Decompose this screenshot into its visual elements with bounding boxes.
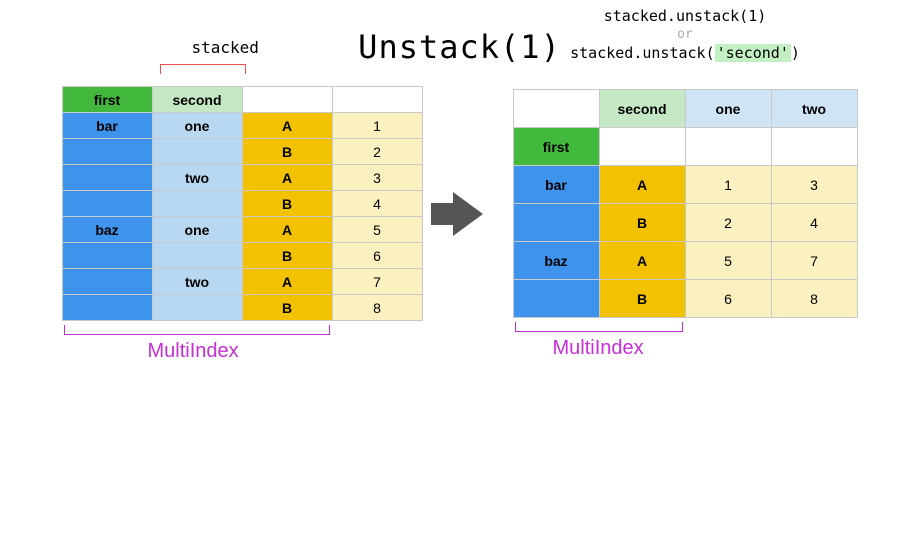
- idx-second: two: [152, 165, 242, 191]
- idx-first: [62, 295, 152, 321]
- table-header-row: second one two: [513, 90, 857, 128]
- blank-header: [332, 87, 422, 113]
- output-table-block: stacked.unstack(1) or stacked.unstack('s…: [513, 89, 858, 318]
- idx-col: A: [242, 217, 332, 243]
- idx-second: [152, 139, 242, 165]
- idx-col: B: [242, 243, 332, 269]
- multiindex-bracket: [515, 322, 683, 332]
- input-table-block: stacked first second bar one A 1 B 2: [62, 86, 423, 321]
- input-table: first second bar one A 1 B 2 two A: [62, 86, 423, 321]
- idx-first: [62, 139, 152, 165]
- table-header-row: first second: [62, 87, 422, 113]
- blank-header: [685, 128, 771, 166]
- first-header: first: [62, 87, 152, 113]
- idx-col: A: [599, 242, 685, 280]
- cell-value: 5: [685, 242, 771, 280]
- cell-value: 4: [771, 204, 857, 242]
- idx-second: one: [152, 217, 242, 243]
- col-one-header: one: [685, 90, 771, 128]
- table-row: B 2 4: [513, 204, 857, 242]
- cell-value: 5: [332, 217, 422, 243]
- code-line-1: stacked.unstack(1): [513, 7, 858, 25]
- code-line-2-post: ): [791, 44, 800, 62]
- code-line-2-arg: 'second': [715, 44, 791, 62]
- idx-col: B: [242, 139, 332, 165]
- cell-value: 2: [332, 139, 422, 165]
- idx-col: A: [599, 166, 685, 204]
- idx-col: A: [242, 269, 332, 295]
- multiindex-label: MultiIndex: [553, 337, 644, 360]
- arrow-icon: [453, 192, 483, 236]
- idx-second: [152, 191, 242, 217]
- stacked-label: stacked: [192, 38, 259, 57]
- idx-first: bar: [513, 166, 599, 204]
- idx-col: B: [599, 280, 685, 318]
- cell-value: 6: [685, 280, 771, 318]
- idx-second: [152, 295, 242, 321]
- table-row: B 6 8: [513, 280, 857, 318]
- cell-value: 6: [332, 243, 422, 269]
- cell-value: 2: [685, 204, 771, 242]
- table-row: B 2: [62, 139, 422, 165]
- table-row: B 4: [62, 191, 422, 217]
- idx-first: [62, 191, 152, 217]
- idx-col: B: [242, 191, 332, 217]
- table-row: bar A 1 3: [513, 166, 857, 204]
- idx-first: [62, 165, 152, 191]
- table-row: two A 3: [62, 165, 422, 191]
- idx-second: one: [152, 113, 242, 139]
- code-expression: stacked.unstack(1) or stacked.unstack('s…: [513, 7, 858, 62]
- idx-first: [513, 204, 599, 242]
- multiindex-label: MultiIndex: [148, 340, 239, 363]
- blank-header: [513, 90, 599, 128]
- second-header: second: [599, 90, 685, 128]
- multiindex-bracket: [64, 325, 330, 335]
- blank-header: [242, 87, 332, 113]
- stacked-bracket: [160, 64, 246, 74]
- output-table: second one two first bar A 1 3 B 2 4: [513, 89, 858, 318]
- cell-value: 8: [771, 280, 857, 318]
- first-header: first: [513, 128, 599, 166]
- idx-first: baz: [513, 242, 599, 280]
- idx-col: A: [242, 113, 332, 139]
- idx-first: [513, 280, 599, 318]
- idx-second: two: [152, 269, 242, 295]
- idx-second: [152, 243, 242, 269]
- idx-first: baz: [62, 217, 152, 243]
- cell-value: 3: [332, 165, 422, 191]
- idx-col: A: [242, 165, 332, 191]
- cell-value: 7: [771, 242, 857, 280]
- blank-header: [599, 128, 685, 166]
- idx-first: [62, 269, 152, 295]
- second-header: second: [152, 87, 242, 113]
- col-two-header: two: [771, 90, 857, 128]
- diagram-container: stacked first second bar one A 1 B 2: [0, 86, 919, 321]
- table-row: baz A 5 7: [513, 242, 857, 280]
- idx-first: [62, 243, 152, 269]
- idx-col: B: [599, 204, 685, 242]
- code-line-2: stacked.unstack('second'): [513, 44, 858, 62]
- cell-value: 4: [332, 191, 422, 217]
- cell-value: 1: [332, 113, 422, 139]
- table-row: bar one A 1: [62, 113, 422, 139]
- cell-value: 8: [332, 295, 422, 321]
- blank-header: [771, 128, 857, 166]
- idx-col: B: [242, 295, 332, 321]
- idx-first: bar: [62, 113, 152, 139]
- cell-value: 7: [332, 269, 422, 295]
- table-row: baz one A 5: [62, 217, 422, 243]
- table-row: two A 7: [62, 269, 422, 295]
- table-row: B 8: [62, 295, 422, 321]
- table-row: B 6: [62, 243, 422, 269]
- cell-value: 1: [685, 166, 771, 204]
- cell-value: 3: [771, 166, 857, 204]
- code-or: or: [513, 27, 858, 42]
- table-header-row: first: [513, 128, 857, 166]
- code-line-2-pre: stacked.unstack(: [570, 44, 715, 62]
